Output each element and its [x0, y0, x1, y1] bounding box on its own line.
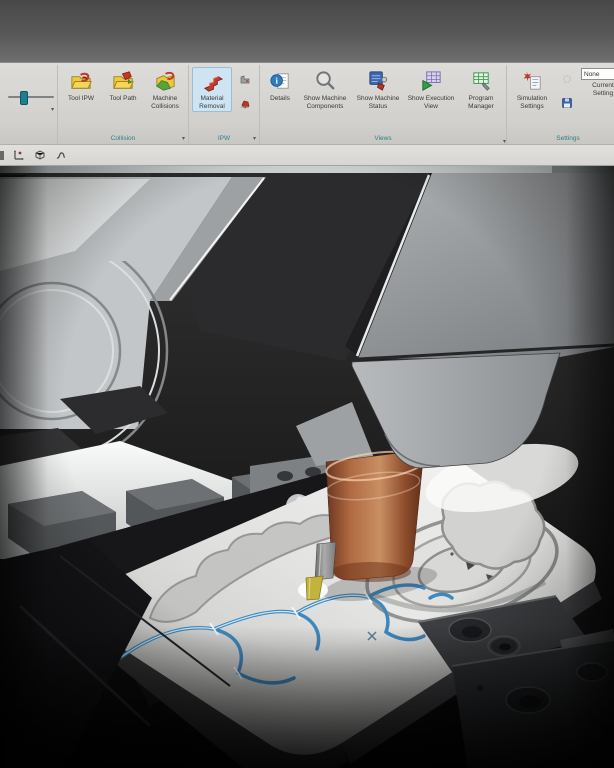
- button-label: Show Machine Components: [301, 95, 349, 110]
- simulation-speed-slider[interactable]: [8, 91, 54, 103]
- video-top-letterbox: [0, 0, 614, 63]
- group-expand-caret[interactable]: ▾: [51, 107, 54, 113]
- button-label: Material Removal: [194, 95, 230, 110]
- program-manager-button[interactable]: Program Manager ▾: [459, 67, 503, 112]
- tool-path-icon: [111, 69, 136, 94]
- ribbon-group-collision: Tool IPW Tool Path: [58, 65, 189, 144]
- program-manager-icon: [469, 69, 494, 94]
- app-window: ▾ Tool IPW: [0, 0, 614, 768]
- machine-simulation-viewport[interactable]: [0, 166, 614, 768]
- ribbon-group-settings: Simulation Settings: [507, 65, 614, 144]
- material-removal-button[interactable]: Material Removal: [192, 67, 232, 112]
- show-machine-components-button[interactable]: Show Machine Components: [299, 67, 351, 112]
- ribbon-group-views: i Details Show Machine Components: [260, 65, 507, 144]
- group-label-views: Views: [374, 135, 391, 142]
- button-label: Simulation Settings: [512, 95, 552, 110]
- axes-mini-icon[interactable]: [13, 149, 25, 161]
- machine-collisions-icon: [153, 69, 178, 94]
- machine-collisions-button[interactable]: Machine Collisions: [145, 67, 185, 112]
- clipped-edge-icon: [0, 151, 4, 160]
- group-expand-caret[interactable]: ▾: [182, 136, 185, 142]
- ipw-mini-button[interactable]: [234, 92, 256, 114]
- tool-ipw-button[interactable]: Tool IPW: [61, 67, 101, 112]
- group-expand-caret[interactable]: ▾: [253, 136, 256, 142]
- button-label: Tool IPW: [68, 95, 94, 110]
- button-label: Show Execution View: [407, 95, 455, 110]
- execution-view-icon: [419, 69, 444, 94]
- current-setting-combobox[interactable]: None ▾: [581, 68, 614, 80]
- gear-icon: [561, 73, 573, 85]
- combo-value: None: [584, 71, 614, 78]
- save-settings-button[interactable]: [556, 92, 578, 114]
- button-label: Show Machine Status: [355, 95, 401, 110]
- slider-zone-footer: ▾: [5, 103, 54, 115]
- machine-status-icon: [366, 69, 391, 94]
- slider-track[interactable]: [8, 96, 54, 98]
- show-machine-status-button[interactable]: Show Machine Status: [353, 67, 403, 112]
- magnifier-icon: [313, 69, 338, 94]
- show-execution-view-button[interactable]: Show Execution View: [405, 67, 457, 112]
- simulation-settings-button[interactable]: Simulation Settings: [510, 67, 554, 112]
- button-label: Tool Path: [109, 95, 136, 110]
- settings-gear-button[interactable]: [556, 68, 578, 90]
- save-settings-icon: [561, 97, 573, 109]
- quick-tools-strip: [0, 145, 614, 166]
- current-setting-caption: Current Setting: [582, 82, 614, 98]
- group-label-collision: Collision: [111, 135, 136, 142]
- ribbon-toolbar: ▾ Tool IPW: [0, 63, 614, 145]
- group-label-settings: Settings: [556, 135, 580, 142]
- details-icon: i: [268, 69, 293, 94]
- button-label: Program Manager: [461, 95, 501, 110]
- button-label: Details: [270, 95, 290, 110]
- ribbon-group-ipw: Material Removal: [189, 65, 260, 144]
- group-label-ipw: IPW: [218, 135, 230, 142]
- ipw-mini-icon: [239, 97, 251, 109]
- machine-mini-icon: [239, 73, 251, 85]
- machine-mini-button[interactable]: [234, 68, 256, 90]
- tool-ipw-icon: [69, 69, 94, 94]
- simulation-settings-icon: [520, 69, 545, 94]
- button-label: Machine Collisions: [147, 95, 183, 110]
- ribbon-slider-zone: ▾: [2, 65, 58, 144]
- curve-mini-icon[interactable]: [55, 149, 67, 161]
- tool-path-button[interactable]: Tool Path: [103, 67, 143, 112]
- details-button[interactable]: i Details: [263, 67, 297, 112]
- cube-mini-icon[interactable]: [34, 149, 46, 161]
- material-removal-icon: [200, 69, 225, 94]
